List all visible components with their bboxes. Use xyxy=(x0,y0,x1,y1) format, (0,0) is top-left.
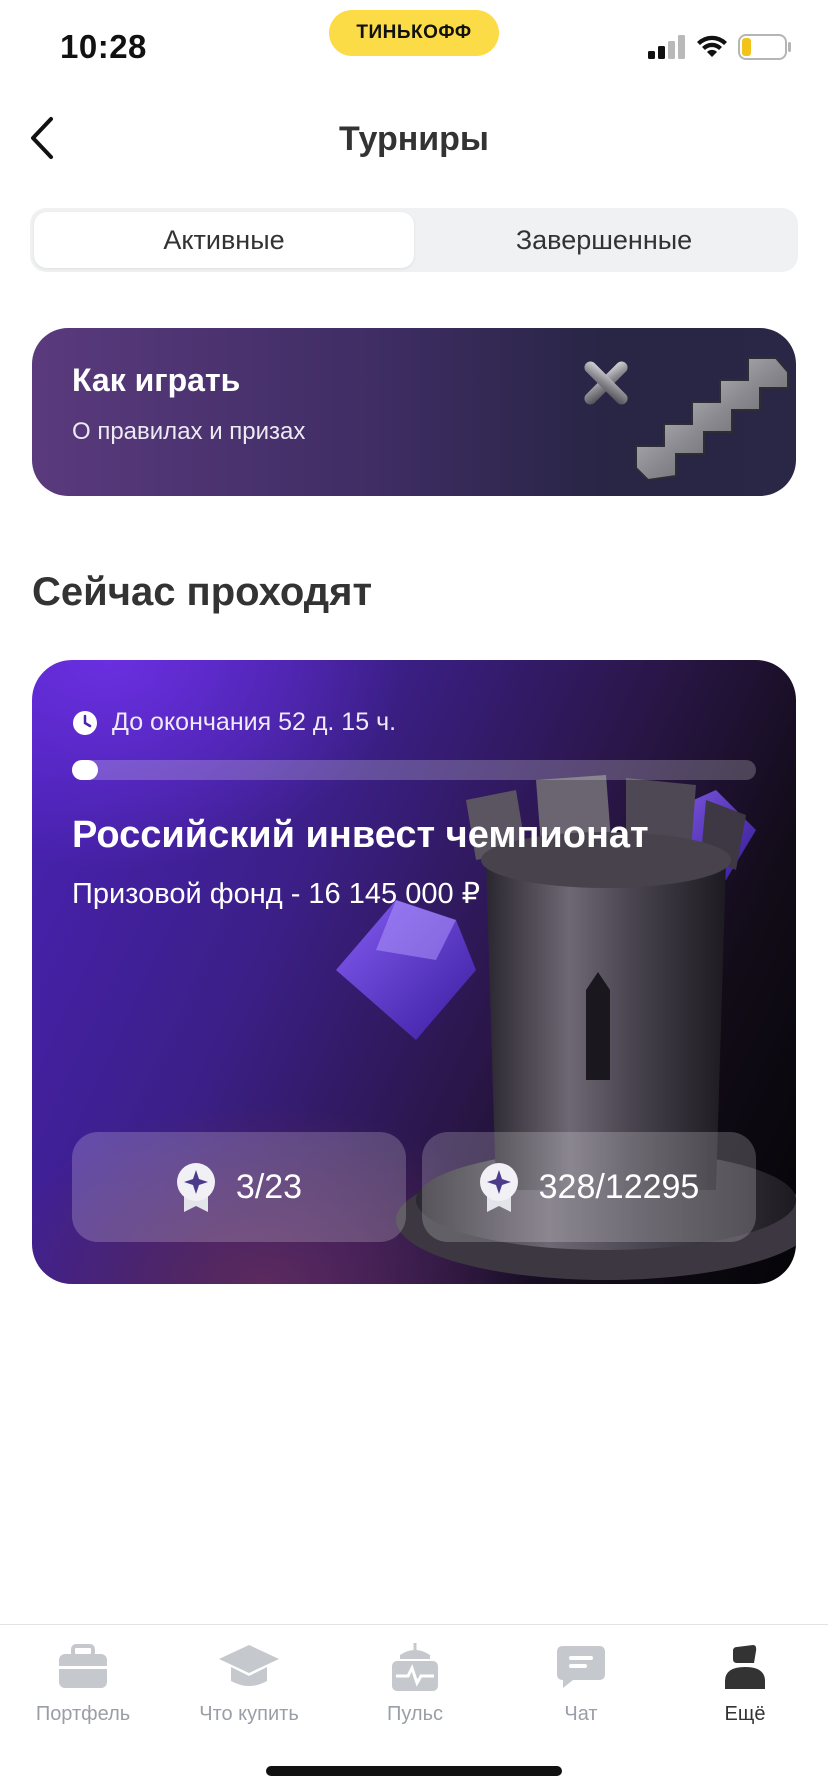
how-to-play-subtitle: О правилах и призах xyxy=(72,418,306,445)
tab-label: Пульс xyxy=(386,1703,444,1725)
status-bar: 10:28 ТИНЬКОФФ xyxy=(0,0,828,90)
tab-active[interactable]: Активные xyxy=(34,212,414,268)
brand-logo: ТИНЬКОФФ xyxy=(329,10,499,56)
tab-label: Портфель xyxy=(35,1703,131,1725)
tab-finished[interactable]: Завершенные xyxy=(414,212,794,268)
briefcase-icon xyxy=(59,1644,107,1688)
how-to-play-card[interactable]: Как играть О правилах и призах xyxy=(32,328,796,496)
deadline: До окончания 52 д. 15 ч. xyxy=(72,708,396,737)
stat-rank-tile[interactable]: 3/23 xyxy=(72,1132,406,1242)
prize-fund: Призовой фонд - 16 145 000 ₽ xyxy=(72,878,481,910)
signal-icon xyxy=(648,35,685,59)
home-indicator xyxy=(266,1766,562,1776)
tab-label: Что купить xyxy=(199,1703,299,1725)
section-title: Сейчас проходят xyxy=(32,570,373,614)
time-progress-fill xyxy=(72,760,98,780)
pulse-icon xyxy=(392,1643,438,1691)
tab-label: Чат xyxy=(564,1703,598,1725)
tab-what-to-buy[interactable]: Что купить xyxy=(166,1639,332,1739)
stat-overall-tile[interactable]: 328/12295 xyxy=(422,1132,756,1242)
tab-portfolio[interactable]: Портфель xyxy=(0,1639,166,1739)
wifi-icon xyxy=(697,35,727,57)
tournament-tabs: Активные Завершенные xyxy=(30,208,798,272)
tab-label: Ещё xyxy=(724,1703,766,1725)
stat-rank-value: 3/23 xyxy=(235,1167,303,1206)
tab-more[interactable]: Ещё xyxy=(662,1639,828,1739)
chat-icon xyxy=(557,1646,605,1688)
tab-chat[interactable]: Чат xyxy=(498,1639,664,1739)
profile-icon xyxy=(725,1645,765,1689)
status-icons xyxy=(648,34,792,60)
graduation-cap-icon xyxy=(219,1645,279,1686)
clock-icon xyxy=(73,710,97,735)
tournament-card[interactable]: До окончания 52 д. 15 ч. Российский инве… xyxy=(32,660,796,1284)
battery-icon xyxy=(738,34,791,60)
status-time: 10:28 xyxy=(60,28,147,65)
how-to-play-title: Как играть xyxy=(72,362,241,398)
tab-pulse[interactable]: Пульс xyxy=(332,1639,498,1739)
page-title: Турниры xyxy=(339,120,489,158)
time-progress-bar xyxy=(72,760,756,780)
stat-overall-value: 328/12295 xyxy=(538,1167,700,1206)
award-badge-icon xyxy=(479,1163,518,1212)
tournament-title: Российский инвест чемпионат xyxy=(72,814,649,856)
game-pieces-illustration xyxy=(584,357,789,482)
deadline-text: До окончания 52 д. 15 ч. xyxy=(112,708,397,736)
award-badge-icon xyxy=(176,1163,215,1212)
